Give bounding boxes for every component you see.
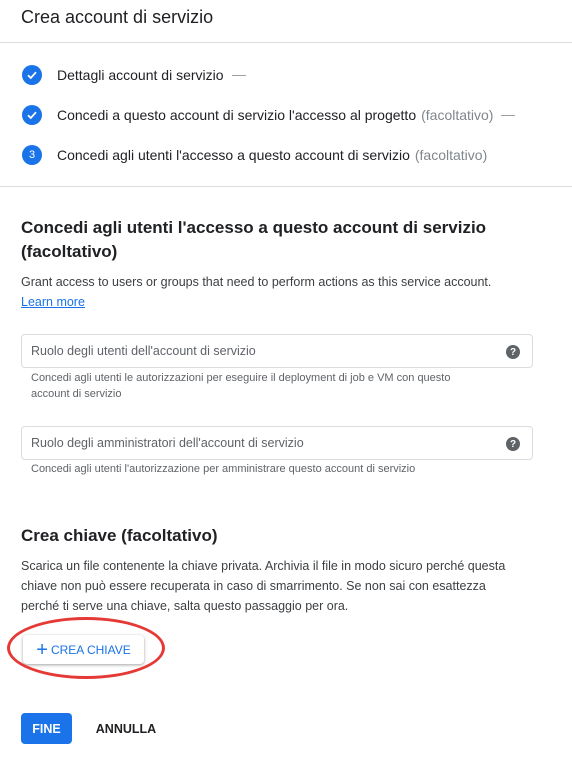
- step-1[interactable]: Dettagli account di servizio: [22, 64, 246, 86]
- user-role-hint-line2: account di servizio: [31, 388, 122, 400]
- key-description-line1: Scarica un file contenente la chiave pri…: [21, 559, 506, 573]
- step-1-label: Dettagli account di servizio: [57, 67, 224, 83]
- page-header: Crea account di servizio: [0, 0, 572, 43]
- key-section-description: Scarica un file contenente la chiave pri…: [21, 556, 505, 616]
- user-role-hint-line1: Concedi agli utenti le autorizzazioni pe…: [31, 372, 451, 384]
- create-key-label: CREA CHIAVE: [50, 642, 131, 657]
- learn-more-link[interactable]: Learn more: [21, 295, 85, 309]
- admin-role-placeholder: Ruolo degli amministratori dell'account …: [31, 436, 304, 450]
- help-icon[interactable]: ?: [506, 345, 520, 359]
- key-description-line3: perché ti serve una chiave, salta questo…: [21, 599, 349, 613]
- access-description-text: Grant access to users or groups that nee…: [21, 275, 492, 289]
- user-role-placeholder: Ruolo degli utenti dell'account di servi…: [31, 344, 256, 358]
- create-key-button[interactable]: + CREA CHIAVE: [23, 635, 144, 664]
- stepper: Dettagli account di servizio Concedi a q…: [0, 43, 572, 187]
- step-2[interactable]: Concedi a questo account di servizio l'a…: [22, 104, 516, 126]
- step-3-optional: (facoltativo): [414, 147, 488, 163]
- page-title: Crea account di servizio: [21, 7, 214, 27]
- access-section-title: Concedi agli utenti l'accesso a questo a…: [21, 216, 486, 264]
- help-icon[interactable]: ?: [506, 437, 520, 451]
- step-2-optional: (facoltativo): [421, 107, 494, 123]
- access-section-description: Grant access to users or groups that nee…: [21, 272, 491, 312]
- user-role-field[interactable]: Ruolo degli utenti dell'account di servi…: [21, 334, 533, 368]
- cancel-button[interactable]: ANNULLA: [88, 713, 164, 744]
- check-icon: [22, 65, 42, 85]
- access-section-title-line2: (facoltativo): [21, 242, 118, 261]
- check-icon: [22, 105, 42, 125]
- step-2-label: Concedi a questo account di servizio l'a…: [57, 107, 417, 123]
- step-connector: [231, 74, 246, 76]
- admin-role-field[interactable]: Ruolo degli amministratori dell'account …: [21, 426, 533, 460]
- access-section-title-line1: Concedi agli utenti l'accesso a questo a…: [21, 218, 487, 237]
- admin-role-hint: Concedi agli utenti l'autorizzazione per…: [31, 463, 416, 475]
- key-description-line2: chiave non può essere recuperata in caso…: [21, 579, 486, 593]
- done-button[interactable]: FINE: [21, 713, 72, 744]
- step-3[interactable]: 3 Concedi agli utenti l'accesso a questo…: [22, 144, 487, 166]
- plus-icon: +: [36, 638, 48, 661]
- step-number-badge: 3: [22, 145, 42, 165]
- step-3-label: Concedi agli utenti l'accesso a questo a…: [57, 147, 410, 163]
- step-connector: [501, 114, 516, 116]
- key-section-title: Crea chiave (facoltativo): [21, 526, 218, 545]
- user-role-hint: Concedi agli utenti le autorizzazioni pe…: [31, 370, 511, 402]
